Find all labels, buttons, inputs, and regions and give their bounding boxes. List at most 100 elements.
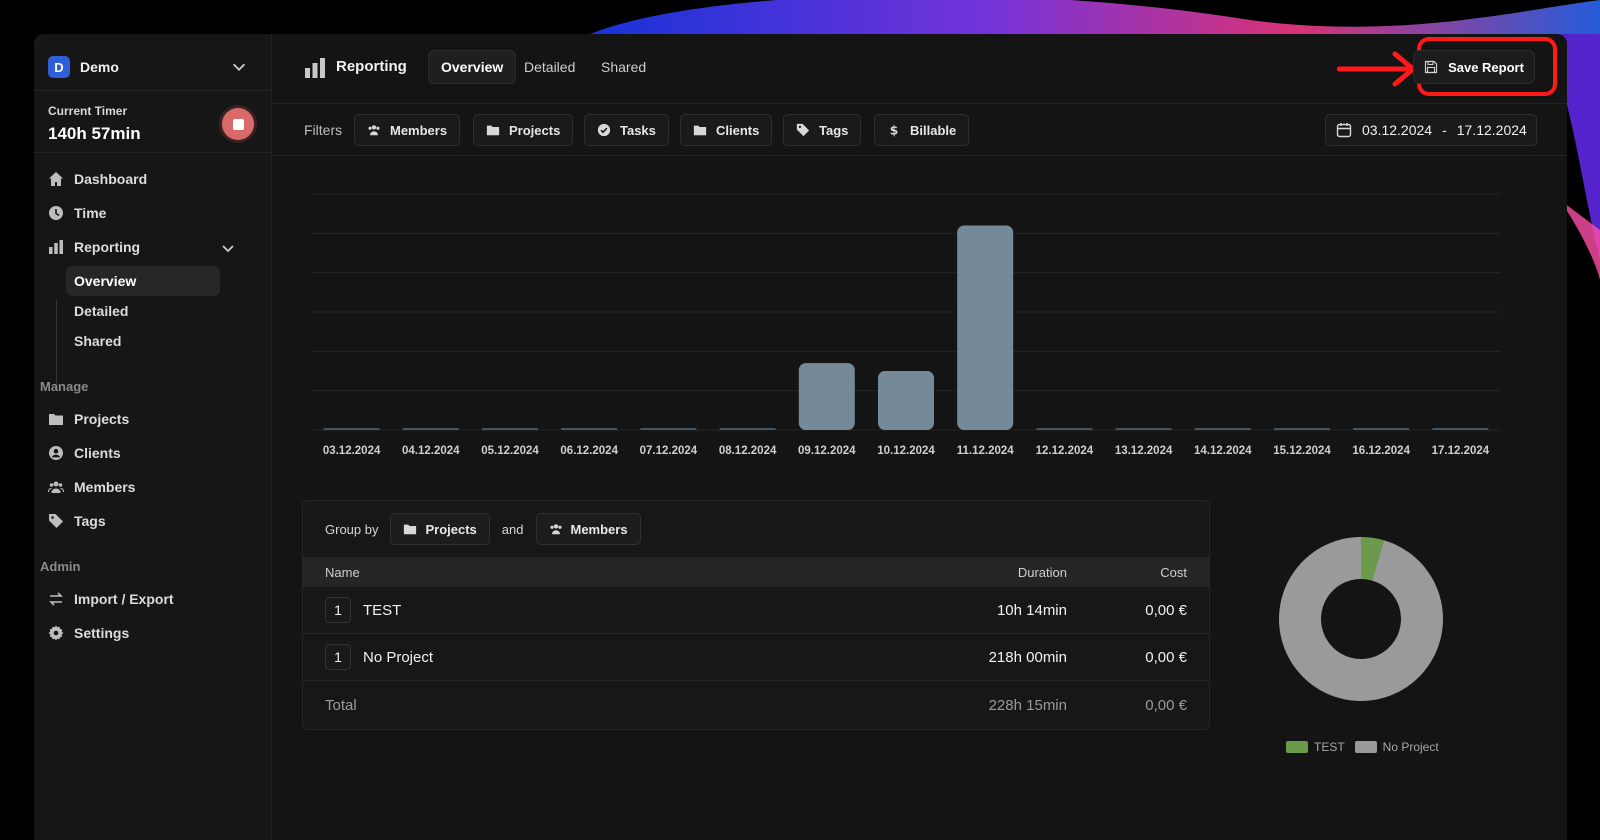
sidebar-subitem-overview[interactable]: Overview — [66, 266, 220, 296]
chart-bar[interactable] — [1432, 428, 1489, 430]
sidebar-item-members[interactable]: Members — [48, 472, 252, 502]
sidebar-item-label: Projects — [74, 411, 130, 427]
chart-bar[interactable] — [323, 428, 380, 430]
group-projects-button[interactable]: Projects — [390, 513, 490, 545]
sidebar-item-clients[interactable]: Clients — [48, 438, 252, 468]
filter-billable-button[interactable]: $ Billable — [874, 114, 970, 146]
chart-bar[interactable] — [1353, 428, 1410, 430]
tab-overview[interactable]: Overview — [428, 50, 517, 84]
table-row[interactable]: 1 No Project 218h 00min 0,00 € — [303, 634, 1209, 681]
date-range-picker[interactable]: 03.12.2024 - 17.12.2024 — [1325, 114, 1537, 146]
filter-projects-button[interactable]: Projects — [473, 114, 574, 146]
chart-bar[interactable] — [798, 363, 855, 430]
filter-members-button[interactable]: Members — [354, 114, 461, 146]
folder-icon — [49, 414, 63, 425]
chart-bar[interactable] — [561, 428, 618, 430]
x-tick-label: 10.12.2024 — [877, 445, 935, 457]
date-end: 17.12.2024 — [1456, 122, 1527, 138]
sidebar-subitem-detailed[interactable]: Detailed — [66, 296, 220, 326]
daily-bar-chart: 03.12.2024 04.12.2024 05.12.2024 06.12.2024… — [312, 193, 1500, 457]
row-name-cell: 1 TEST — [325, 587, 401, 633]
chart-bar[interactable] — [719, 428, 776, 430]
donut-legend: TEST No Project — [1286, 740, 1449, 754]
x-tick-label: 06.12.2024 — [560, 445, 618, 457]
filter-label: Clients — [716, 122, 760, 138]
svg-text:$: $ — [890, 123, 899, 137]
sidebar-item-reporting[interactable]: Reporting — [48, 232, 252, 262]
total-cost: 0,00 € — [1145, 697, 1187, 714]
check-circle-icon — [597, 123, 611, 137]
filter-label: Tasks — [620, 122, 656, 138]
filter-bar: Filters Members Projects Tasks Clients T… — [272, 104, 1567, 156]
legend-item: TEST — [1286, 740, 1345, 754]
folder-icon — [486, 125, 500, 136]
filter-label: Tags — [819, 122, 849, 138]
filter-label: Billable — [910, 122, 957, 138]
main-content: Reporting Overview Detailed Shared Save … — [272, 34, 1567, 840]
filter-label: Projects — [509, 122, 561, 138]
chevron-down-icon — [222, 245, 234, 253]
sidebar-item-tags[interactable]: Tags — [48, 506, 252, 536]
sidebar-item-label: Clients — [74, 445, 121, 461]
stop-timer-button[interactable] — [222, 108, 254, 140]
x-tick-label: 03.12.2024 — [323, 445, 381, 457]
x-tick-label: 15.12.2024 — [1273, 445, 1331, 457]
red-arrow-annotation — [1337, 51, 1416, 87]
tag-icon — [49, 514, 63, 528]
save-report-button[interactable]: Save Report — [1413, 50, 1535, 84]
chart-bar[interactable] — [482, 428, 538, 430]
chart-bar[interactable] — [402, 428, 459, 430]
filters-label: Filters — [304, 122, 343, 138]
row-duration: 10h 14min — [996, 601, 1067, 619]
tab-detailed[interactable]: Detailed — [512, 50, 587, 84]
sidebar-item-label: Tags — [74, 513, 106, 529]
chart-bar[interactable] — [1036, 428, 1093, 430]
filter-label: Members — [390, 122, 448, 138]
filter-clients-button[interactable]: Clients — [680, 114, 773, 146]
chart-bar[interactable] — [1115, 428, 1172, 430]
chart-bar[interactable] — [640, 428, 697, 430]
sidebar-item-dashboard[interactable]: Dashboard — [48, 164, 252, 194]
sidebar-item-projects[interactable]: Projects — [48, 404, 252, 434]
tab-shared[interactable]: Shared — [589, 50, 658, 84]
group-by-controls: Group by Projects and Members — [325, 513, 641, 545]
row-count-badge: 1 — [325, 597, 351, 623]
legend-label: TEST — [1314, 740, 1345, 754]
home-icon — [49, 172, 63, 186]
x-tick-label: 09.12.2024 — [798, 445, 856, 457]
donut-slice[interactable] — [1279, 537, 1443, 701]
chart-bar[interactable] — [1194, 428, 1251, 430]
sidebar-item-settings[interactable]: Settings — [48, 618, 252, 648]
date-start: 03.12.2024 — [1362, 122, 1433, 138]
filter-tasks-button[interactable]: Tasks — [584, 114, 669, 146]
workspace-badge: D — [48, 56, 70, 78]
x-tick-label: 13.12.2024 — [1115, 445, 1173, 457]
chart-bar[interactable] — [957, 225, 1014, 430]
swap-arrows-icon — [49, 592, 63, 606]
group-label: Members — [570, 521, 628, 537]
group-members-button[interactable]: Members — [535, 513, 641, 545]
filter-tags-button[interactable]: Tags — [783, 114, 862, 146]
row-name: TEST — [363, 601, 402, 619]
legend-label: No Project — [1382, 740, 1439, 754]
chart-bar[interactable] — [1274, 428, 1330, 430]
users-icon — [48, 481, 64, 493]
sidebar-item-import-export[interactable]: Import / Export — [48, 584, 252, 614]
report-table-card: Group by Projects and Members Name Durat… — [302, 500, 1210, 730]
header-duration: Duration — [1017, 564, 1067, 580]
submenu-line — [56, 300, 57, 388]
folder-icon — [404, 524, 417, 535]
date-separator: - — [1442, 122, 1447, 138]
folder-icon — [693, 125, 707, 136]
row-name-cell: 1 No Project — [325, 634, 433, 680]
chart-bar[interactable] — [878, 371, 934, 430]
chevron-down-icon — [232, 63, 246, 71]
sidebar-item-time[interactable]: Time — [48, 198, 252, 228]
x-tick-label: 07.12.2024 — [640, 445, 698, 457]
workspace-switcher[interactable]: D Demo — [48, 52, 248, 82]
table-row[interactable]: 1 TEST 10h 14min 0,00 € — [303, 587, 1209, 634]
x-tick-label: 04.12.2024 — [402, 445, 460, 457]
project-donut-chart — [1279, 537, 1443, 701]
sidebar-subitem-shared[interactable]: Shared — [66, 326, 220, 356]
bar-chart-icon — [49, 240, 63, 254]
